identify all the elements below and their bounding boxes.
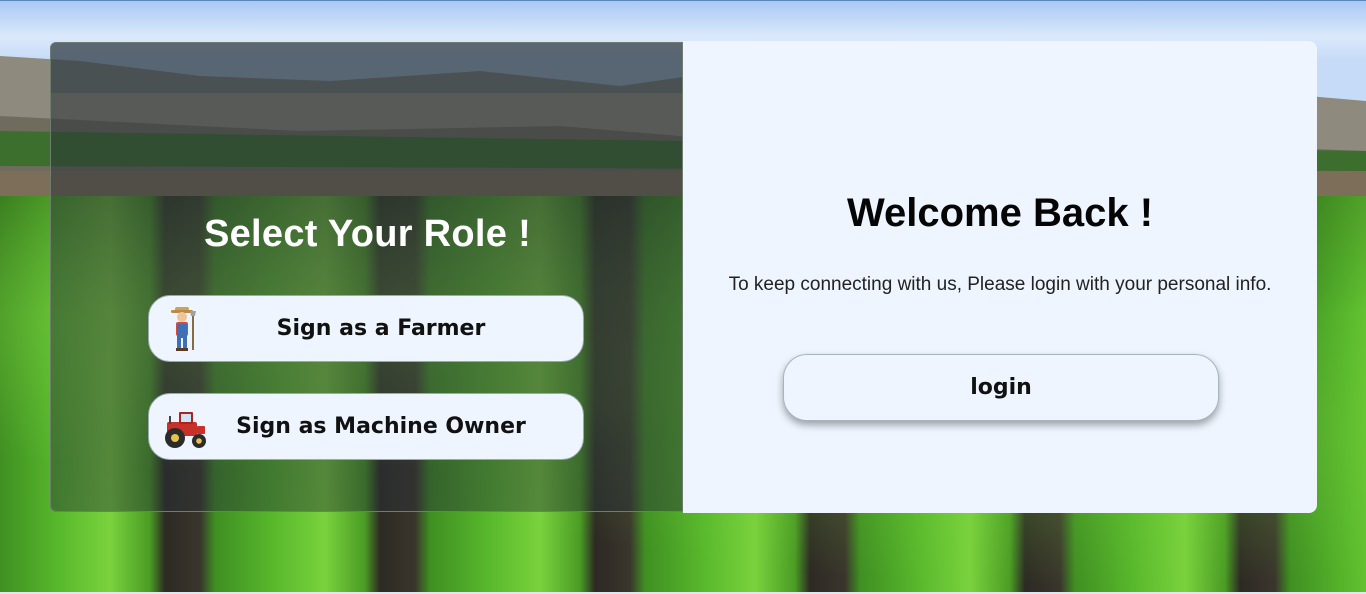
login-button[interactable]: login: [783, 354, 1219, 421]
welcome-subtitle: To keep connecting with us, Please login…: [728, 274, 1272, 295]
role-title: Select Your Role !: [203, 213, 532, 255]
sign-as-machine-owner-label: Sign as Machine Owner: [236, 414, 526, 439]
login-label: login: [970, 375, 1032, 400]
welcome-panel: Welcome Back ! To keep connecting with u…: [683, 41, 1317, 513]
sign-as-farmer-button[interactable]: Sign as a Farmer: [148, 295, 584, 362]
sign-as-farmer-label: Sign as a Farmer: [276, 316, 486, 341]
role-selection-panel: Select Your Role ! Sign as a Farmer Sign…: [50, 42, 683, 512]
panel-sky-overlay: [51, 43, 682, 93]
sign-as-machine-owner-button[interactable]: Sign as Machine Owner: [148, 393, 584, 460]
welcome-title: Welcome Back !: [846, 191, 1154, 235]
